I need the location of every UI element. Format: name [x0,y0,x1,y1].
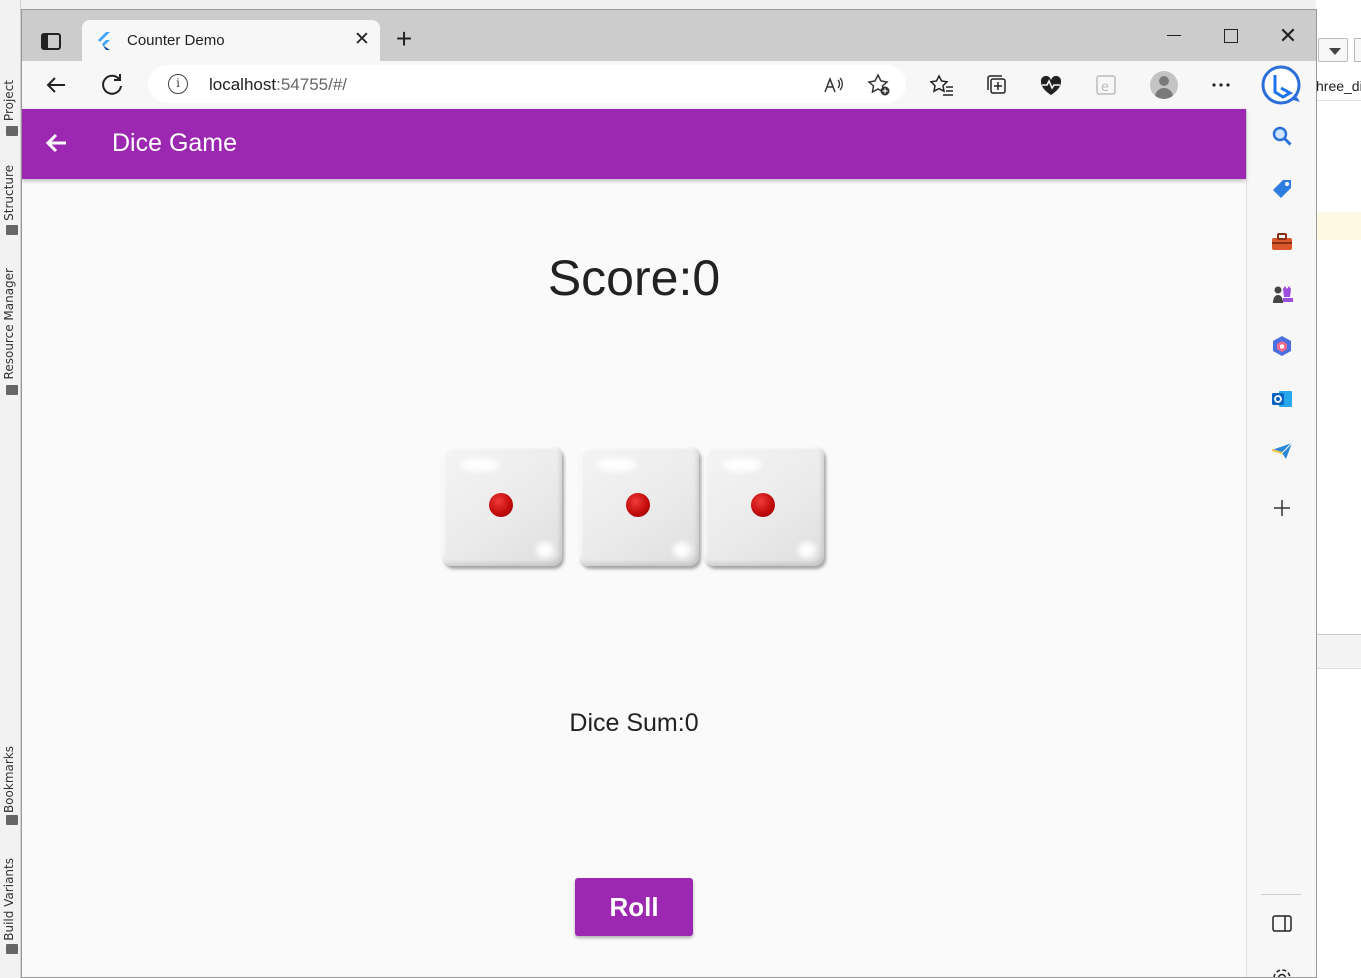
add-favorite-icon[interactable] [865,71,893,99]
send-icon[interactable] [1269,438,1295,464]
tools-icon[interactable] [1269,229,1295,255]
die-shine [460,458,500,472]
die-pip [626,493,650,517]
ide-dropdown-2[interactable] [1354,38,1361,62]
divider [1316,668,1361,669]
bookmark-icon [6,815,18,825]
svg-text:e: e [1101,80,1109,95]
structure-icon [6,225,18,235]
ide-dropdown[interactable] [1318,38,1348,62]
search-icon[interactable] [1269,123,1295,149]
address-bar[interactable]: i localhost:54755/#/ [148,65,906,103]
die-3 [704,446,824,566]
bing-chat-icon[interactable] [1260,64,1302,106]
android-icon [6,944,18,954]
dice-row [440,446,830,571]
more-options-icon[interactable] [1205,69,1237,101]
folder-icon [6,126,18,136]
browser-titlebar: Counter Demo ✕ + ✕ [22,10,1316,61]
microsoft-365-icon[interactable] [1269,333,1295,359]
new-tab-button[interactable]: + [390,24,418,54]
page-title: Dice Game [112,129,238,157]
close-window-button[interactable]: ✕ [1268,24,1308,48]
internet-explorer-mode-icon[interactable]: e [1090,69,1122,101]
read-aloud-icon[interactable] [819,71,847,99]
hide-sidebar-icon[interactable] [1269,911,1295,937]
settings-gear-icon[interactable] [1269,965,1295,977]
die-1 [442,446,562,566]
score-label: Score:0 [547,250,721,306]
browser-essentials-icon[interactable] [1035,69,1067,101]
roll-button[interactable]: Roll [575,878,693,936]
maximize-button[interactable] [1210,24,1250,48]
tab-actions-button[interactable] [34,25,68,57]
ide-tab-build-variants[interactable]: Build Variants [2,858,16,941]
die-shine [798,542,816,558]
die-shine [597,458,637,472]
tab-actions-icon [41,33,61,50]
close-tab-icon[interactable]: ✕ [352,28,372,52]
app-viewport: Dice Game Score:0 Dice Sum:0 Roll [22,109,1246,977]
browser-toolbar: i localhost:54755/#/ e [22,61,1316,109]
url-path: :54755/#/ [276,75,348,94]
outlook-icon[interactable] [1269,386,1295,412]
ide-file-label[interactable]: hree_di [1316,78,1361,94]
die-shine [722,458,762,472]
die-2 [579,446,699,566]
resource-icon [6,385,18,395]
games-icon[interactable] [1269,281,1295,307]
info-icon[interactable]: i [168,74,188,94]
collections-icon[interactable] [981,69,1013,101]
add-icon[interactable] [1269,495,1295,521]
ide-tab-bookmarks[interactable]: Bookmarks [2,746,16,813]
die-pip [489,493,513,517]
minimize-button[interactable] [1154,24,1194,48]
url-text: localhost:54755/#/ [209,75,347,95]
dice-sum-label: Dice Sum:0 [569,709,699,737]
back-arrow-icon[interactable] [40,127,72,159]
die-shine [536,542,554,558]
divider [1261,894,1301,895]
browser-sidebar [1246,109,1316,977]
browser-window: Counter Demo ✕ + ✕ i localhost:54755/#/ [21,9,1317,978]
tab-counter-demo[interactable]: Counter Demo ✕ [82,20,380,61]
shopping-tag-icon[interactable] [1269,176,1295,202]
ide-right-pane: hree_di [1316,0,1361,978]
ide-tab-resource-manager[interactable]: Resource Manager [2,268,16,379]
tab-title: Counter Demo [127,32,225,49]
die-pip [751,493,775,517]
profile-avatar[interactable] [1150,71,1178,99]
ide-tab-structure[interactable]: Structure [2,165,16,221]
url-host: localhost [209,75,277,94]
back-arrow-icon[interactable] [40,69,72,101]
ide-highlight-line [1316,212,1361,240]
ide-editor-area [1316,100,1361,635]
app-bar: Dice Game [22,109,1246,179]
favorites-icon[interactable] [926,69,958,101]
flutter-icon [98,32,110,50]
refresh-icon[interactable] [96,69,128,101]
die-shine [673,542,691,558]
ide-left-toolbar: Project Structure Resource Manager Bookm… [0,0,21,978]
ide-bottom-pane-header [1316,635,1361,668]
ide-tab-project[interactable]: Project [2,80,16,121]
